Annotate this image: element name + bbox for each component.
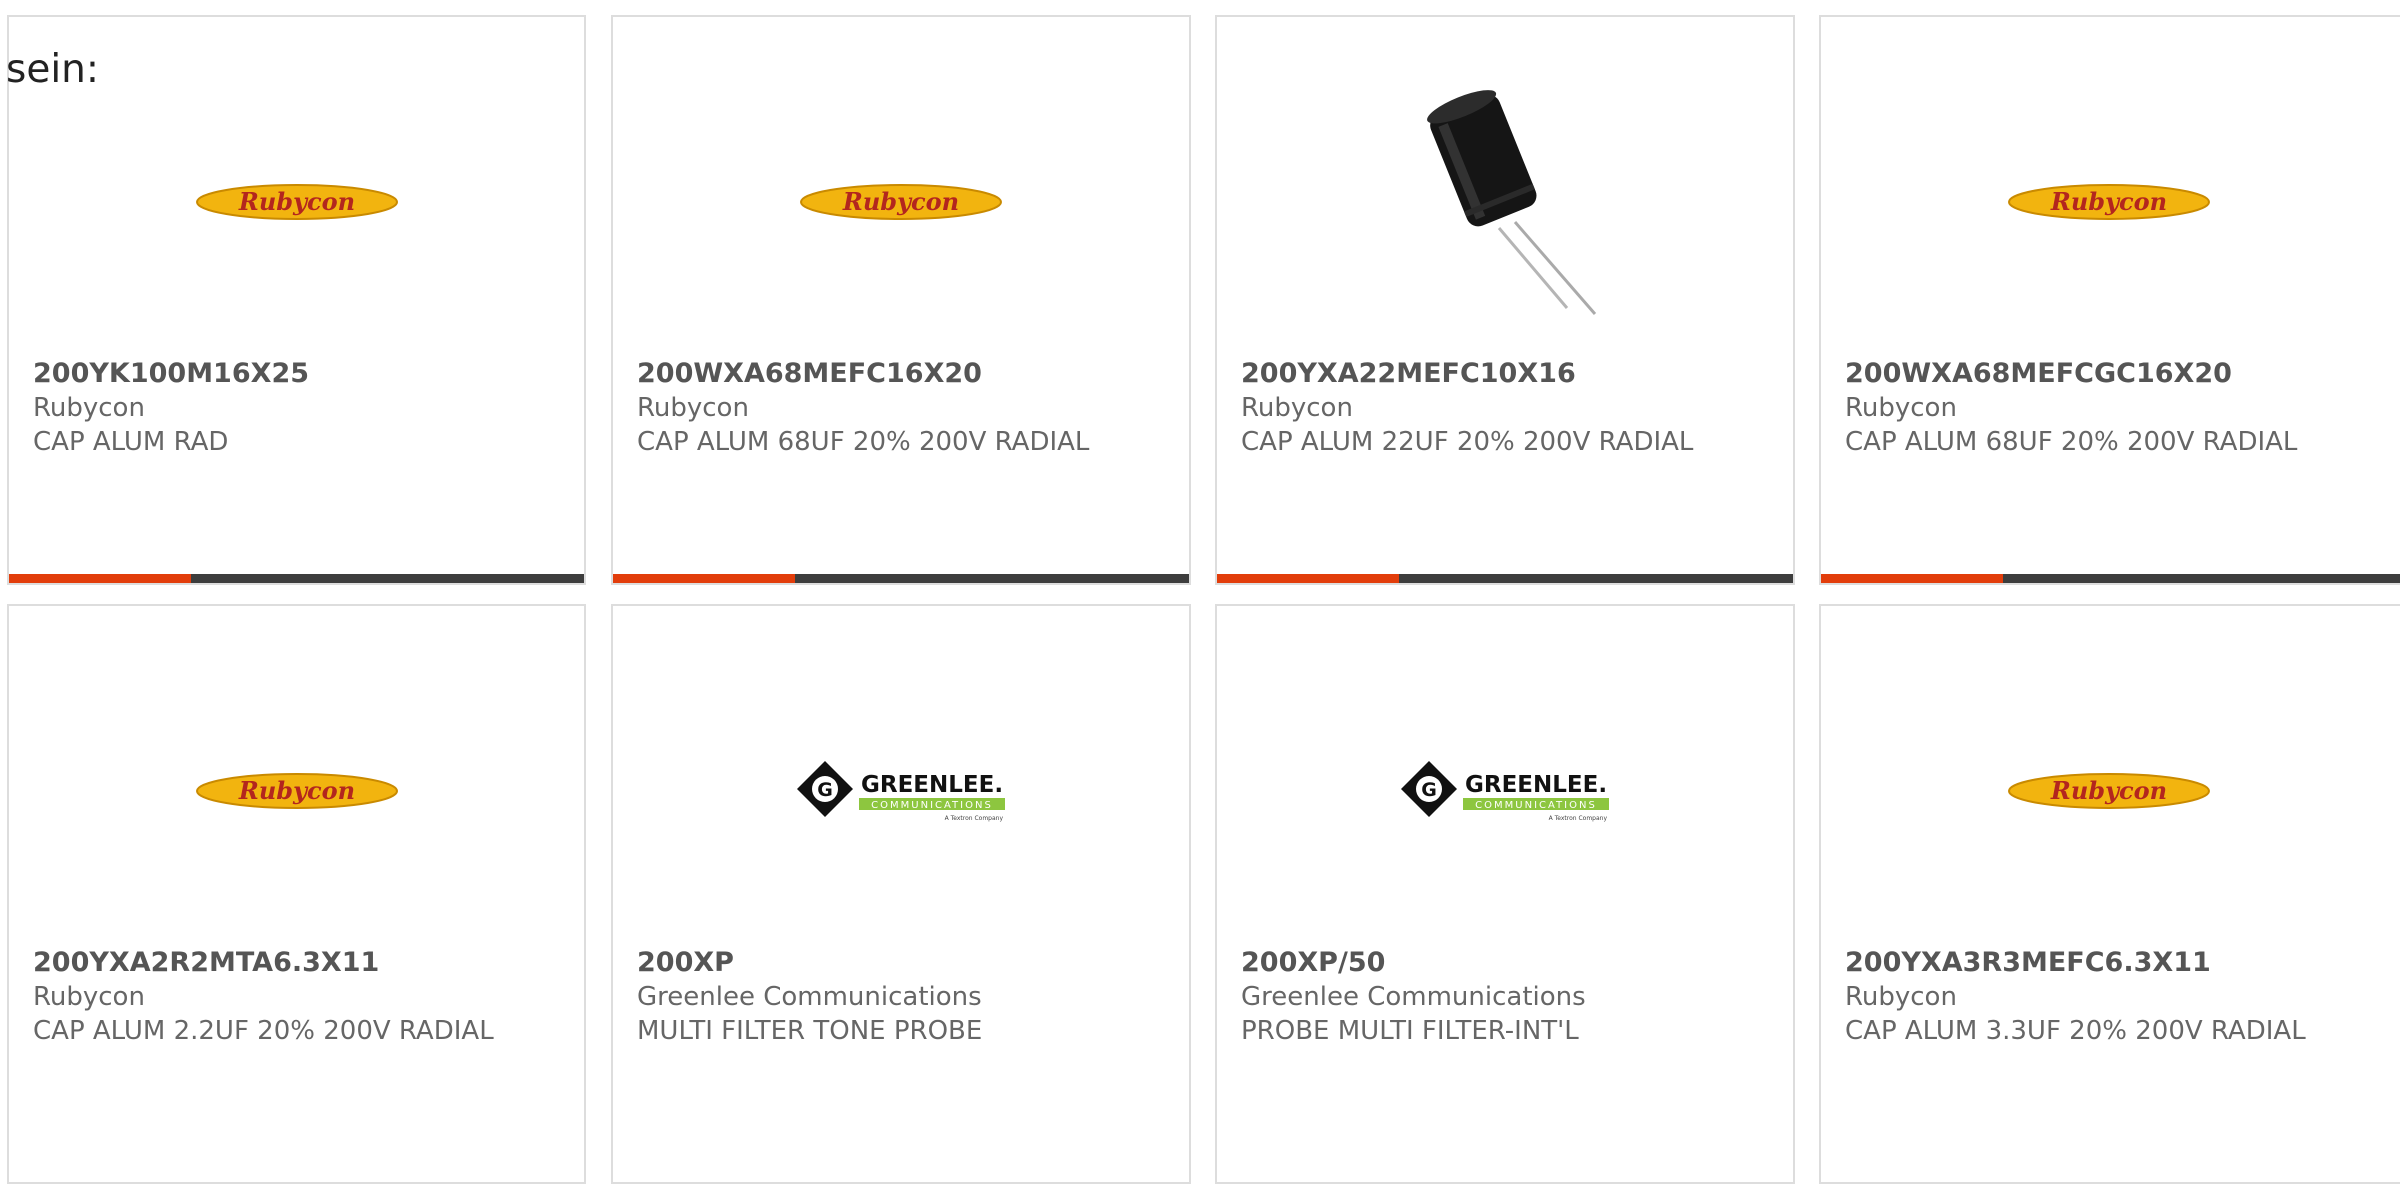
manufacturer: Rubycon [637,393,749,423]
part-number[interactable]: 200XP [637,946,1169,980]
product-image[interactable]: G GREENLEE. COMMUNICATIONS A Textron Com… [1217,666,1793,916]
description: CAP ALUM RAD [33,427,229,457]
svg-text:Rubycon: Rubycon [842,187,959,216]
svg-text:G: G [1421,779,1437,801]
part-number[interactable]: 200YXA22MEFC10X16 [1241,357,1773,391]
card-bottom-bar [9,574,584,583]
product-card[interactable]: G GREENLEE. COMMUNICATIONS A Textron Com… [611,604,1191,1184]
part-number[interactable]: 200YXA2R2MTA6.3X11 [33,946,564,980]
svg-text:A Textron Company: A Textron Company [1549,815,1608,822]
card-bottom-bar [1821,574,2400,583]
capacitor-photo-icon [1427,90,1597,315]
description: CAP ALUM 68UF 20% 200V RADIAL [637,427,1090,457]
description: CAP ALUM 2.2UF 20% 200V RADIAL [33,1016,494,1046]
manufacturer: Rubycon [33,982,145,1012]
greenlee-logo-icon: G GREENLEE. COMMUNICATIONS A Textron Com… [1401,761,1609,822]
svg-text:Rubycon: Rubycon [2050,187,2167,216]
rubycon-logo-icon: Rubycon [2008,773,2210,809]
svg-text:A Textron Company: A Textron Company [945,815,1004,822]
greenlee-logo-icon: G GREENLEE. COMMUNICATIONS A Textron Com… [797,761,1005,822]
product-image[interactable]: Rubycon [9,666,584,916]
manufacturer: Rubycon [1845,393,1957,423]
manufacturer: Rubycon [33,393,145,423]
svg-text:Rubycon: Rubycon [2050,776,2167,805]
rubycon-logo-icon: Rubycon [195,184,398,220]
card-bottom-bar [613,574,1189,583]
description: PROBE MULTI FILTER-INT'L [1241,1016,1579,1046]
svg-text:Rubycon: Rubycon [237,187,354,216]
manufacturer: Rubycon [1845,982,1957,1012]
product-image[interactable]: Rubycon [613,77,1189,327]
svg-text:GREENLEE.: GREENLEE. [1465,772,1607,798]
product-card[interactable]: Rubycon 200YK100M16X25 Rubycon CAP ALUM … [7,15,586,585]
description: MULTI FILTER TONE PROBE [637,1016,983,1046]
product-card[interactable]: Rubycon 200YXA2R2MTA6.3X11 Rubycon CAP A… [7,604,586,1184]
manufacturer: Greenlee Communications [1241,982,1586,1012]
svg-text:COMMUNICATIONS: COMMUNICATIONS [1475,800,1597,811]
part-number[interactable]: 200YXA3R3MEFC6.3X11 [1845,946,2387,980]
product-image[interactable]: G GREENLEE. COMMUNICATIONS A Textron Com… [613,666,1189,916]
manufacturer: Greenlee Communications [637,982,982,1012]
manufacturer: Rubycon [1241,393,1353,423]
product-card[interactable]: Rubycon 200WXA68MEFCGC16X20 Rubycon CAP … [1819,15,2400,585]
intro-text: sein: [6,47,100,92]
product-image[interactable]: Rubycon [1821,77,2397,327]
svg-text:COMMUNICATIONS: COMMUNICATIONS [871,800,993,811]
part-number[interactable]: 200YK100M16X25 [33,357,564,391]
svg-text:G: G [817,779,833,801]
product-image[interactable]: Rubycon [9,77,584,327]
product-card[interactable]: Rubycon 200YXA3R3MEFC6.3X11 Rubycon CAP … [1819,604,2400,1184]
product-card[interactable]: Rubycon 200WXA68MEFC16X20 Rubycon CAP AL… [611,15,1191,585]
description: CAP ALUM 68UF 20% 200V RADIAL [1845,427,2298,457]
card-accent [1217,574,1399,583]
part-number[interactable]: 200WXA68MEFCGC16X20 [1845,357,2387,391]
card-accent [9,574,191,583]
part-number[interactable]: 200WXA68MEFC16X20 [637,357,1169,391]
description: CAP ALUM 3.3UF 20% 200V RADIAL [1845,1016,2306,1046]
product-image[interactable]: Rubycon [1821,666,2397,916]
product-card[interactable]: G GREENLEE. COMMUNICATIONS A Textron Com… [1215,604,1795,1184]
svg-text:Rubycon: Rubycon [237,776,354,805]
card-bottom-bar [1217,574,1793,583]
card-accent [613,574,795,583]
rubycon-logo-icon: Rubycon [2008,184,2210,220]
product-image[interactable] [1217,77,1793,327]
product-card[interactable]: 200YXA22MEFC10X16 Rubycon CAP ALUM 22UF … [1215,15,1795,585]
card-accent [1821,574,2003,583]
svg-text:GREENLEE.: GREENLEE. [861,772,1003,798]
part-number[interactable]: 200XP/50 [1241,946,1773,980]
description: CAP ALUM 22UF 20% 200V RADIAL [1241,427,1694,457]
rubycon-logo-icon: Rubycon [800,184,1002,220]
rubycon-logo-icon: Rubycon [195,773,398,809]
